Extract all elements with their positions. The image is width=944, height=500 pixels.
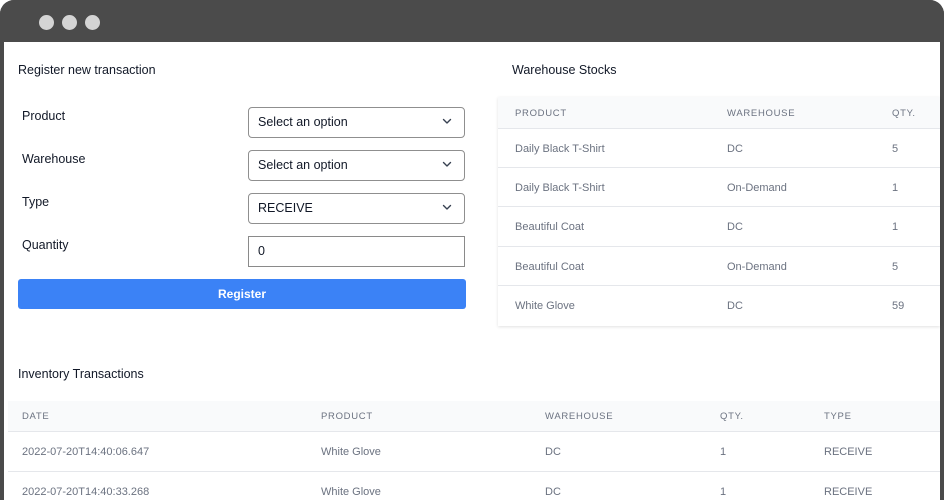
table-cell: Daily Black T-Shirt xyxy=(515,143,605,155)
quantity-input-value: 0 xyxy=(258,244,265,258)
column-header: QTY. xyxy=(892,108,916,119)
transactions-title: Inventory Transactions xyxy=(18,367,144,381)
product-select[interactable]: Select an option xyxy=(248,107,465,138)
app-window: Register new transaction Product Select … xyxy=(0,0,944,500)
table-cell: Beautiful Coat xyxy=(515,261,585,273)
table-cell: 1 xyxy=(892,182,899,194)
type-select[interactable]: RECEIVE xyxy=(248,193,465,224)
product-select-value: Select an option xyxy=(258,115,348,129)
type-select-value: RECEIVE xyxy=(258,201,313,215)
table-cell: 2022-07-20T14:40:33.268 xyxy=(22,486,150,498)
table-cell: 2022-07-20T14:40:06.647 xyxy=(22,446,150,458)
window-dot-icon[interactable] xyxy=(85,15,100,30)
product-label: Product xyxy=(22,109,66,123)
table-cell: RECEIVE xyxy=(824,486,873,498)
transactions-table: DATE PRODUCT WAREHOUSE QTY. TYPE 2022-07… xyxy=(8,401,940,500)
table-cell: DC xyxy=(727,143,743,155)
window-titlebar xyxy=(0,0,944,42)
stocks-table-header: PRODUCT WAREHOUSE QTY. xyxy=(498,97,940,129)
chevron-down-icon xyxy=(442,204,452,210)
column-header: QTY. xyxy=(720,411,744,422)
column-header: PRODUCT xyxy=(321,411,373,422)
column-header: TYPE xyxy=(824,411,852,422)
register-button[interactable]: Register xyxy=(18,279,466,309)
table-row: 2022-07-20T14:40:06.647 White Glove DC 1… xyxy=(8,432,940,472)
page-content: Register new transaction Product Select … xyxy=(4,42,940,500)
table-row: Beautiful Coat On-Demand 5 xyxy=(498,247,940,286)
column-header: WAREHOUSE xyxy=(545,411,614,422)
table-cell: DC xyxy=(727,221,743,233)
stocks-table: PRODUCT WAREHOUSE QTY. Daily Black T-Shi… xyxy=(498,97,940,326)
table-cell: DC xyxy=(545,446,561,458)
warehouse-label: Warehouse xyxy=(22,152,86,166)
table-row: Beautiful Coat DC 1 xyxy=(498,207,940,247)
window-dot-icon[interactable] xyxy=(39,15,54,30)
table-cell: 1 xyxy=(720,446,727,458)
table-row: Daily Black T-Shirt On-Demand 1 xyxy=(498,168,940,207)
table-cell: 1 xyxy=(720,486,727,498)
table-cell: 5 xyxy=(892,261,899,273)
column-header: WAREHOUSE xyxy=(727,108,796,119)
table-cell: RECEIVE xyxy=(824,446,873,458)
table-row: White Glove DC 59 xyxy=(498,286,940,326)
table-cell: White Glove xyxy=(515,300,575,312)
table-cell: 5 xyxy=(892,143,899,155)
form-title: Register new transaction xyxy=(18,63,156,77)
table-cell: Daily Black T-Shirt xyxy=(515,182,605,194)
table-cell: DC xyxy=(545,486,561,498)
table-row: Daily Black T-Shirt DC 5 xyxy=(498,129,940,168)
stocks-title: Warehouse Stocks xyxy=(512,63,617,77)
column-header: PRODUCT xyxy=(515,108,567,119)
transactions-table-header: DATE PRODUCT WAREHOUSE QTY. TYPE xyxy=(8,401,940,432)
warehouse-select[interactable]: Select an option xyxy=(248,150,465,181)
table-cell: On-Demand xyxy=(727,261,787,273)
quantity-input[interactable]: 0 xyxy=(248,236,465,267)
table-cell: 1 xyxy=(892,221,899,233)
chevron-down-icon xyxy=(442,161,452,167)
type-label: Type xyxy=(22,195,50,209)
chevron-down-icon xyxy=(442,118,452,124)
warehouse-select-value: Select an option xyxy=(258,158,348,172)
table-cell: White Glove xyxy=(321,446,381,458)
table-cell: 59 xyxy=(892,300,905,312)
window-dot-icon[interactable] xyxy=(62,15,77,30)
column-header: DATE xyxy=(22,411,50,422)
table-cell: DC xyxy=(727,300,743,312)
table-cell: White Glove xyxy=(321,486,381,498)
quantity-label: Quantity xyxy=(22,238,69,252)
table-cell: Beautiful Coat xyxy=(515,221,585,233)
table-row: 2022-07-20T14:40:33.268 White Glove DC 1… xyxy=(8,472,940,500)
table-cell: On-Demand xyxy=(727,182,787,194)
